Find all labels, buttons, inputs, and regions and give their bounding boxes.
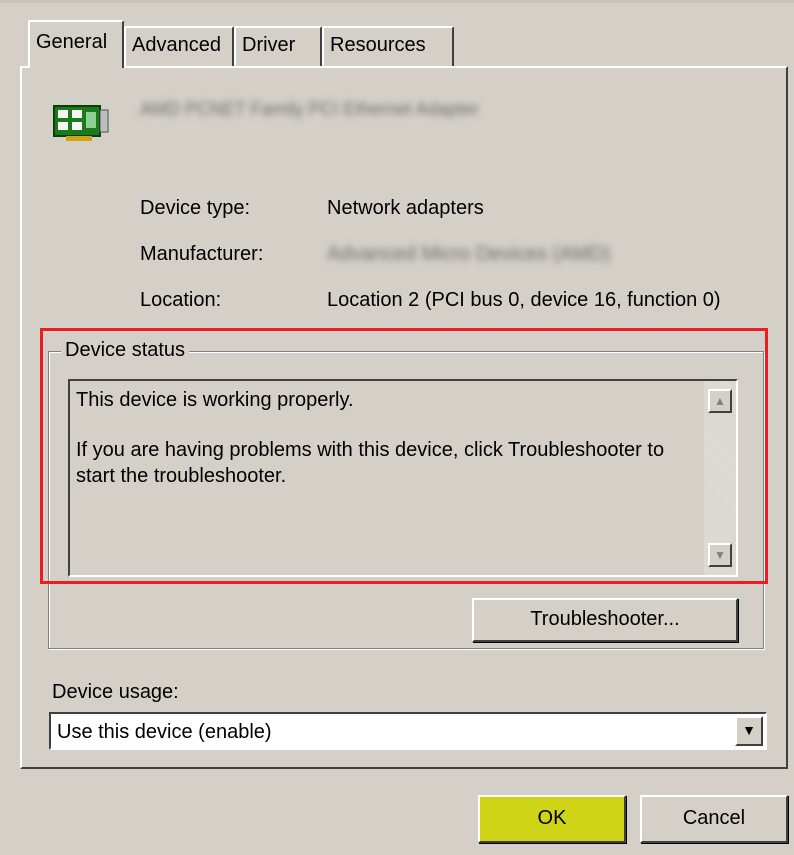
network-adapter-icon bbox=[53, 105, 109, 141]
status-scrollbar[interactable]: ▲ ▼ bbox=[704, 381, 736, 575]
troubleshooter-button[interactable]: Troubleshooter... bbox=[472, 598, 738, 642]
status-line-troubleshoot: If you are having problems with this dev… bbox=[76, 439, 665, 487]
ok-button[interactable]: OK bbox=[478, 795, 626, 843]
device-usage-value: Use this device (enable) bbox=[57, 721, 272, 743]
manufacturer-value: Advanced Micro Devices (AMD) bbox=[327, 243, 611, 265]
troubleshooter-button-label: Troubleshooter... bbox=[530, 608, 680, 630]
tab-general-label: General bbox=[36, 31, 108, 53]
window-top-edge bbox=[0, 0, 794, 3]
scroll-up-icon[interactable]: ▲ bbox=[708, 389, 732, 413]
device-type-label: Device type: bbox=[140, 197, 251, 219]
device-usage-select[interactable]: Use this device (enable) ▼ bbox=[49, 712, 767, 750]
device-name: AMD PCNET Family PCI Ethernet Adapter bbox=[140, 99, 479, 119]
tab-driver[interactable]: Driver bbox=[234, 26, 322, 66]
device-status-title: Device status bbox=[61, 339, 190, 362]
ok-button-label: OK bbox=[537, 807, 567, 829]
tab-advanced-label: Advanced bbox=[132, 34, 221, 56]
device-usage-label: Device usage: bbox=[52, 681, 179, 703]
tab-resources[interactable]: Resources bbox=[322, 26, 454, 66]
dropdown-arrow-icon[interactable]: ▼ bbox=[735, 716, 763, 746]
location-label: Location: bbox=[140, 289, 222, 311]
cancel-button-label: Cancel bbox=[682, 807, 746, 829]
tab-driver-label: Driver bbox=[242, 34, 296, 56]
tab-general[interactable]: General bbox=[28, 20, 124, 68]
tab-resources-label: Resources bbox=[330, 34, 426, 56]
manufacturer-label: Manufacturer: bbox=[140, 243, 264, 265]
tab-advanced[interactable]: Advanced bbox=[124, 26, 234, 66]
device-type-value: Network adapters bbox=[327, 197, 484, 219]
device-status-text: This device is working properly. If you … bbox=[76, 387, 696, 489]
location-value: Location 2 (PCI bus 0, device 16, functi… bbox=[327, 289, 721, 311]
status-line-working: This device is working properly. bbox=[76, 389, 354, 411]
cancel-button[interactable]: Cancel bbox=[640, 795, 788, 843]
scroll-down-icon[interactable]: ▼ bbox=[708, 543, 732, 567]
device-status-textbox[interactable]: This device is working properly. If you … bbox=[68, 379, 738, 577]
